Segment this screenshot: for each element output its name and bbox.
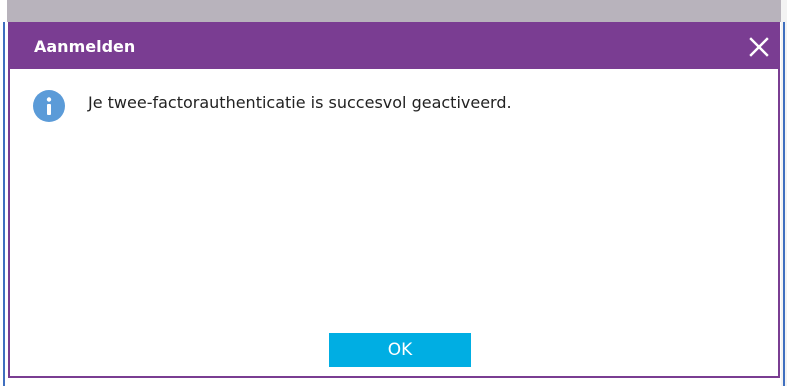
background-window-strip <box>0 0 787 22</box>
login-dialog: Aanmelden Je twee-factorauthenticatie is… <box>8 22 780 378</box>
info-icon <box>33 90 65 122</box>
dialog-message: Je twee-factorauthenticatie is succesvol… <box>88 93 512 112</box>
dialog-title: Aanmelden <box>34 37 136 56</box>
ok-button[interactable]: OK <box>329 333 471 367</box>
close-button[interactable] <box>746 34 772 60</box>
background-right-border <box>783 22 785 386</box>
background-left-border <box>3 22 5 386</box>
close-icon <box>749 37 769 57</box>
dialog-titlebar: Aanmelden <box>10 24 778 69</box>
